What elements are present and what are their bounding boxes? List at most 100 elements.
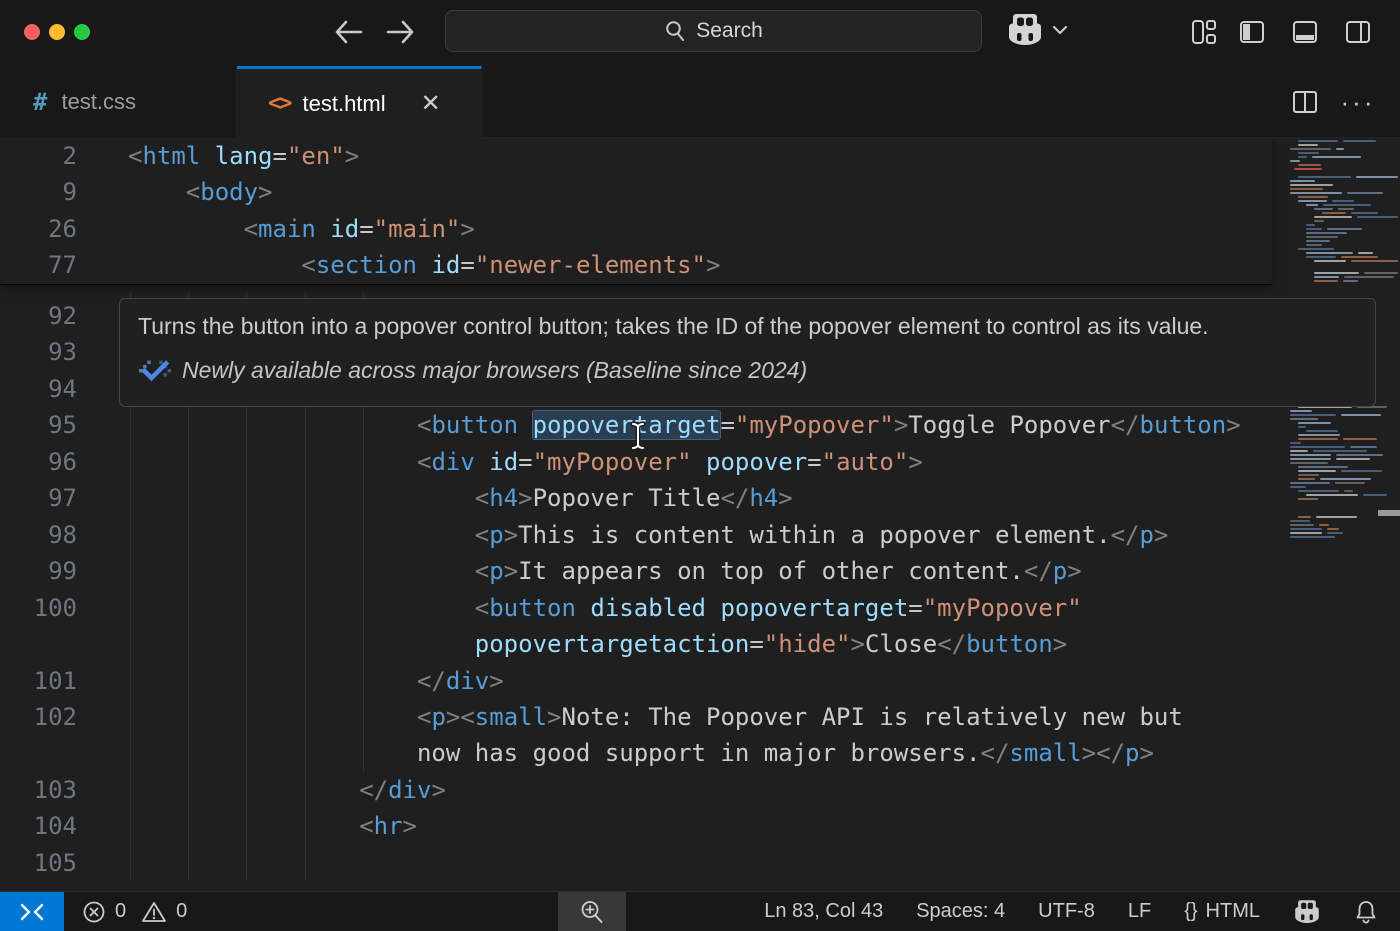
code-text: <p>This is content within a popover elem… [128,517,1168,553]
minimap-line [1290,486,1306,488]
code-line-99[interactable]: 99 <p>It appears on top of other content… [0,553,1272,589]
line-number[interactable]: 96 [0,444,77,480]
line-number[interactable]: 97 [0,480,77,516]
sticky-scroll[interactable]: 2<html lang="en">9 <body>26 <main id="ma… [0,138,1272,285]
status-bar-right: Ln 83, Col 43 Spaces: 4 UTF-8 LF {} HTML [764,892,1378,931]
minimap-line [1351,260,1398,262]
minimap-line [1351,212,1378,214]
eol-item[interactable]: LF [1128,900,1151,923]
code-text: <p>It appears on top of other content.</… [128,553,1082,589]
line-number[interactable]: 100 [0,590,77,626]
line-number[interactable]: 9 [0,174,77,210]
minimap-line [1336,454,1383,456]
line-number[interactable]: 102 [0,699,77,735]
copilot-status-item[interactable] [1293,899,1321,925]
minimap-line [1290,450,1308,452]
line-number[interactable]: 104 [0,808,77,844]
code-line-97[interactable]: 97 <h4>Popover Title</h4> [0,480,1272,516]
minimap-line [1298,434,1340,436]
tooltip-baseline-note: Newly available across major browsers (B… [182,357,807,384]
code-line-98[interactable]: 98 <p>This is content within a popover e… [0,517,1272,553]
code-text: <body> [128,174,273,210]
zoom-status-item[interactable] [558,892,626,931]
line-number[interactable]: 92 [0,298,77,334]
macos-maximize-button[interactable] [74,24,90,40]
command-center-search[interactable]: Search [445,10,982,52]
language-mode-item[interactable]: {} HTML [1184,900,1260,923]
minimap-line [1290,180,1315,182]
minimap-line [1290,418,1318,420]
line-number[interactable]: 105 [0,845,77,881]
customize-layout-button[interactable] [1187,16,1221,48]
code-line-wrap[interactable]: popovertargetaction="hide">Close</button… [0,626,1272,662]
code-line-103[interactable]: 103 </div> [0,772,1272,808]
line-number[interactable]: 26 [0,211,77,247]
tab-test-html[interactable]: <> test.html ✕ [237,66,482,138]
minimap-line [1290,160,1300,162]
tooltip-description: Turns the button into a popover control … [138,313,1357,340]
code-line-102[interactable]: 102 <p><small>Note: The Popover API is r… [0,699,1272,735]
minimap-line [1357,216,1398,218]
line-number[interactable]: 94 [0,371,77,407]
macos-minimize-button[interactable] [49,24,65,40]
minimap-line [1356,176,1398,178]
more-actions-button[interactable]: ··· [1338,86,1378,118]
editor-area[interactable]: 92939495 <button popovertarget="myPopove… [0,138,1400,891]
line-number[interactable]: 95 [0,407,77,443]
notifications-bell-item[interactable] [1354,899,1378,925]
line-number[interactable]: 98 [0,517,77,553]
title-bar: Search [0,0,1400,66]
line-number[interactable]: 103 [0,772,77,808]
navigate-back-button[interactable] [331,15,365,49]
minimap-line [1290,528,1322,530]
code-line-101[interactable]: 101 </div> [0,663,1272,699]
cursor-position-item[interactable]: Ln 83, Col 43 [764,900,883,923]
code-line-100[interactable]: 100 <button disabled popovertarget="myPo… [0,590,1272,626]
code-line-77[interactable]: 77 <section id="newer-elements"> [0,247,1272,283]
code-line-2[interactable]: 2<html lang="en"> [0,138,1272,174]
highlighted-word: popovertarget [533,411,721,439]
minimap-line [1290,536,1335,538]
minimap-line [1298,156,1307,158]
minimap[interactable] [1272,138,1400,891]
line-number[interactable]: 101 [0,663,77,699]
encoding-item[interactable]: UTF-8 [1038,900,1095,923]
problems-status-item[interactable]: 0 0 [82,892,187,931]
indentation-item[interactable]: Spaces: 4 [916,900,1005,923]
tab-test-css[interactable]: # test.css [0,66,237,138]
line-number[interactable]: 93 [0,334,77,370]
code-line-105[interactable]: 105 [0,845,1272,881]
minimap-line [1363,494,1388,496]
copilot-menu-button[interactable] [1006,13,1068,47]
toggle-primary-sidebar-button[interactable] [1235,16,1269,48]
remote-indicator-button[interactable] [0,892,64,931]
line-number[interactable]: 77 [0,247,77,283]
minimap-line [1323,204,1370,206]
minimap-line [1344,276,1394,278]
navigate-forward-button[interactable] [384,15,418,49]
code-line-104[interactable]: 104 <hr> [0,808,1272,844]
macos-close-button[interactable] [24,24,40,40]
minimap-line [1306,256,1336,258]
code-text: <h4>Popover Title</h4> [128,480,793,516]
line-number[interactable]: 2 [0,138,77,174]
minimap-line [1290,532,1322,534]
toggle-secondary-sidebar-button[interactable] [1341,16,1375,48]
split-editor-button[interactable] [1288,86,1322,118]
line-number[interactable]: 99 [0,553,77,589]
minimap-line [1290,520,1310,522]
code-line-wrap[interactable]: now has good support in major browsers.<… [0,735,1272,771]
minimap-line [1358,252,1373,254]
search-icon [664,20,686,42]
code-line-9[interactable]: 9 <body> [0,174,1272,210]
minimap-line [1290,442,1301,444]
hover-tooltip: Turns the button into a popover control … [119,298,1376,407]
code-line-26[interactable]: 26 <main id="main"> [0,211,1272,247]
minimap-line [1298,200,1327,202]
split-editor-icon [1292,89,1318,115]
close-tab-button[interactable]: ✕ [416,89,446,119]
error-count: 0 [115,900,126,923]
braces-icon: {} [1184,900,1197,923]
arrow-left-icon [333,19,363,45]
toggle-panel-button[interactable] [1288,16,1322,48]
